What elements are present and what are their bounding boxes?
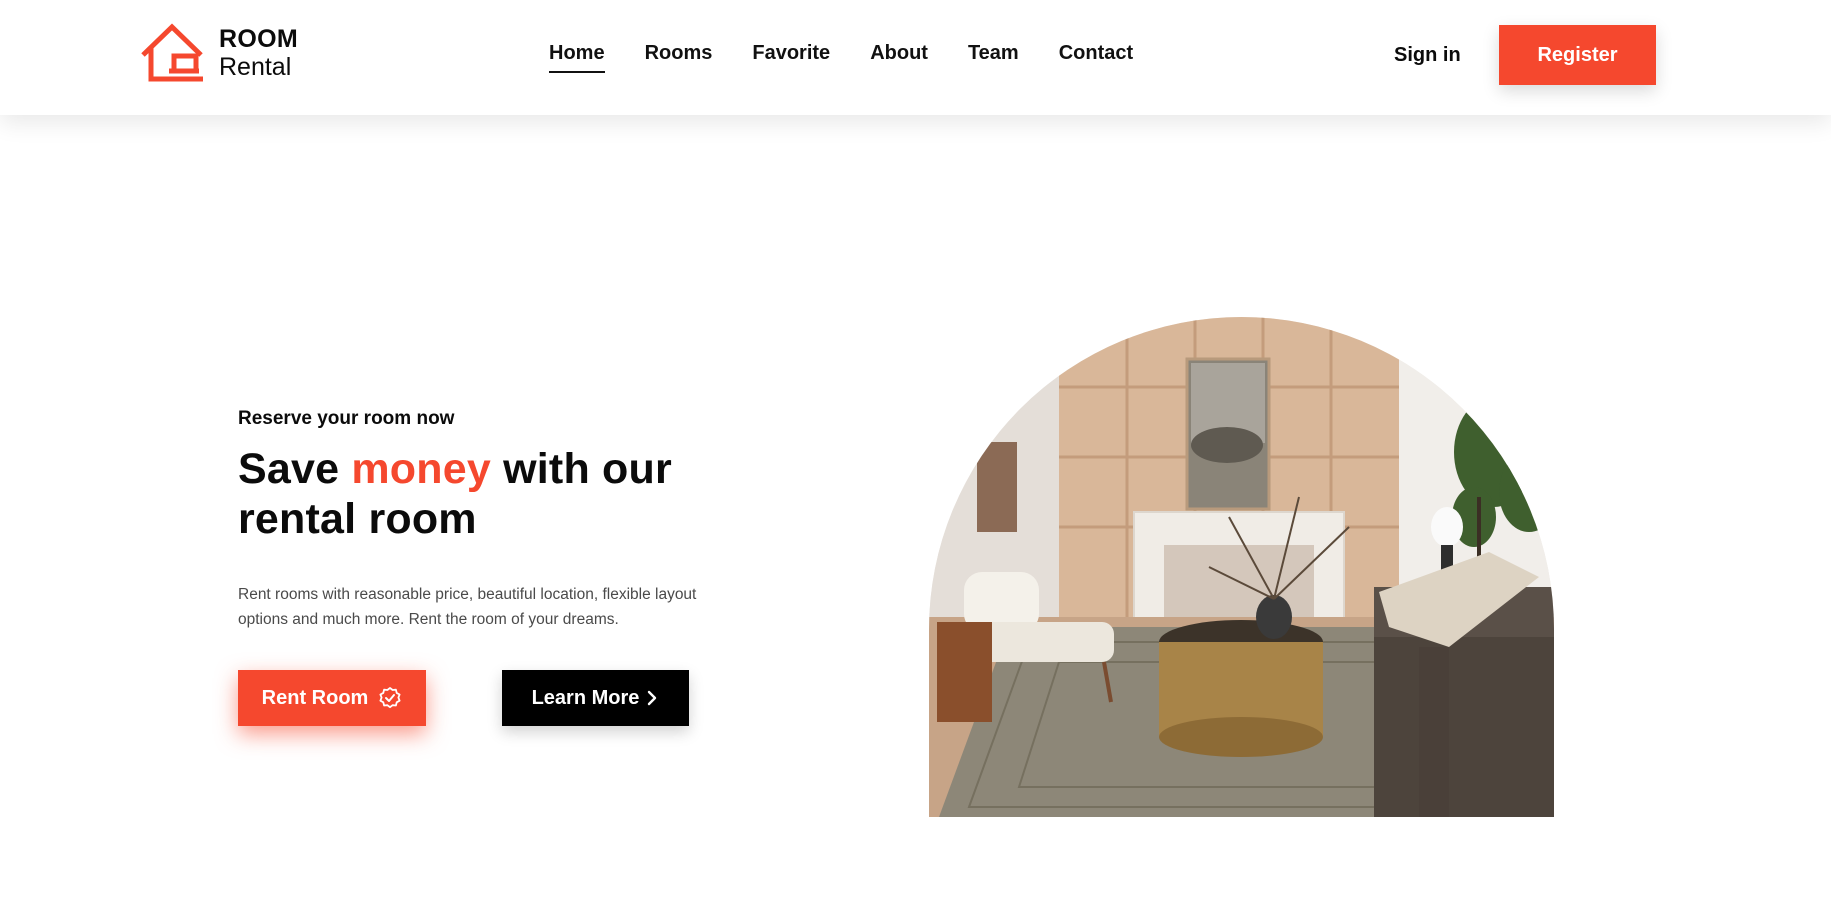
register-button[interactable]: Register: [1499, 25, 1656, 85]
headline-part1: Save: [238, 445, 352, 493]
nav-link-favorite[interactable]: Favorite: [752, 42, 830, 73]
main-nav: Home Rooms Favorite About Team Contact: [549, 42, 1173, 73]
chevron-right-icon: [648, 690, 657, 706]
brand-name-line2: Rental: [219, 53, 292, 81]
brand-logo[interactable]: ROOM Rental: [139, 22, 298, 84]
living-room-photo: [929, 317, 1554, 817]
nav-link-contact[interactable]: Contact: [1059, 42, 1133, 73]
top-navbar: ROOM Rental Home Rooms Favorite About Te…: [0, 0, 1831, 115]
nav-link-team[interactable]: Team: [968, 42, 1019, 73]
brand-name-line1: ROOM: [219, 25, 298, 53]
learn-more-button[interactable]: Learn More: [502, 670, 689, 726]
house-icon: [141, 23, 203, 82]
rent-room-button[interactable]: Rent Room: [238, 670, 426, 726]
hero-headline: Save money with our rental room: [238, 444, 798, 544]
rent-room-label: Rent Room: [261, 686, 369, 709]
sign-in-link[interactable]: Sign in: [1394, 44, 1461, 67]
headline-accent: money: [351, 445, 491, 493]
hero-eyebrow: Reserve your room now: [238, 408, 455, 429]
nav-link-home[interactable]: Home: [549, 42, 605, 73]
living-room-illustration: [929, 317, 1554, 817]
hero-description: Rent rooms with reasonable price, beauti…: [238, 586, 697, 628]
headline-part2: with our: [490, 445, 672, 493]
headline-line2: rental room: [238, 495, 477, 543]
hero-text: Reserve your room now Save money with ou…: [238, 408, 798, 632]
learn-more-label: Learn More: [531, 686, 640, 709]
nav-link-about[interactable]: About: [870, 42, 928, 73]
badge-check-icon: [379, 687, 401, 709]
nav-link-rooms[interactable]: Rooms: [645, 42, 713, 73]
